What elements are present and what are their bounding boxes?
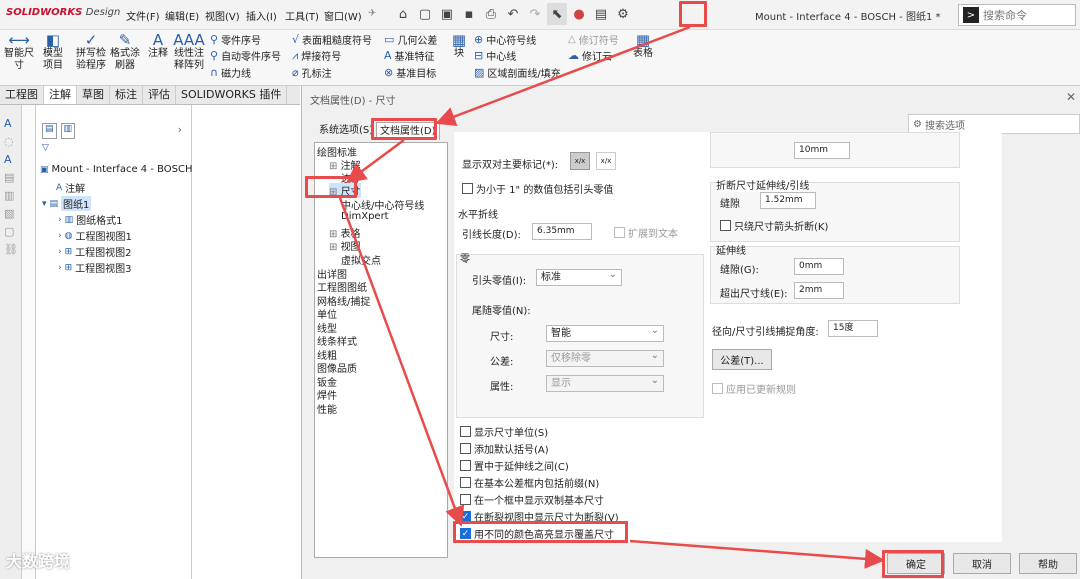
- watermark-logo: 大数跨境: [6, 552, 71, 571]
- arrow-to-ok: [629, 539, 885, 569]
- annotation-arrows: [338, 25, 885, 569]
- arrow-to-checkbox: [338, 197, 465, 527]
- arrow-to-document-tab: [435, 25, 691, 127]
- arrow-to-dimensions: [345, 138, 405, 183]
